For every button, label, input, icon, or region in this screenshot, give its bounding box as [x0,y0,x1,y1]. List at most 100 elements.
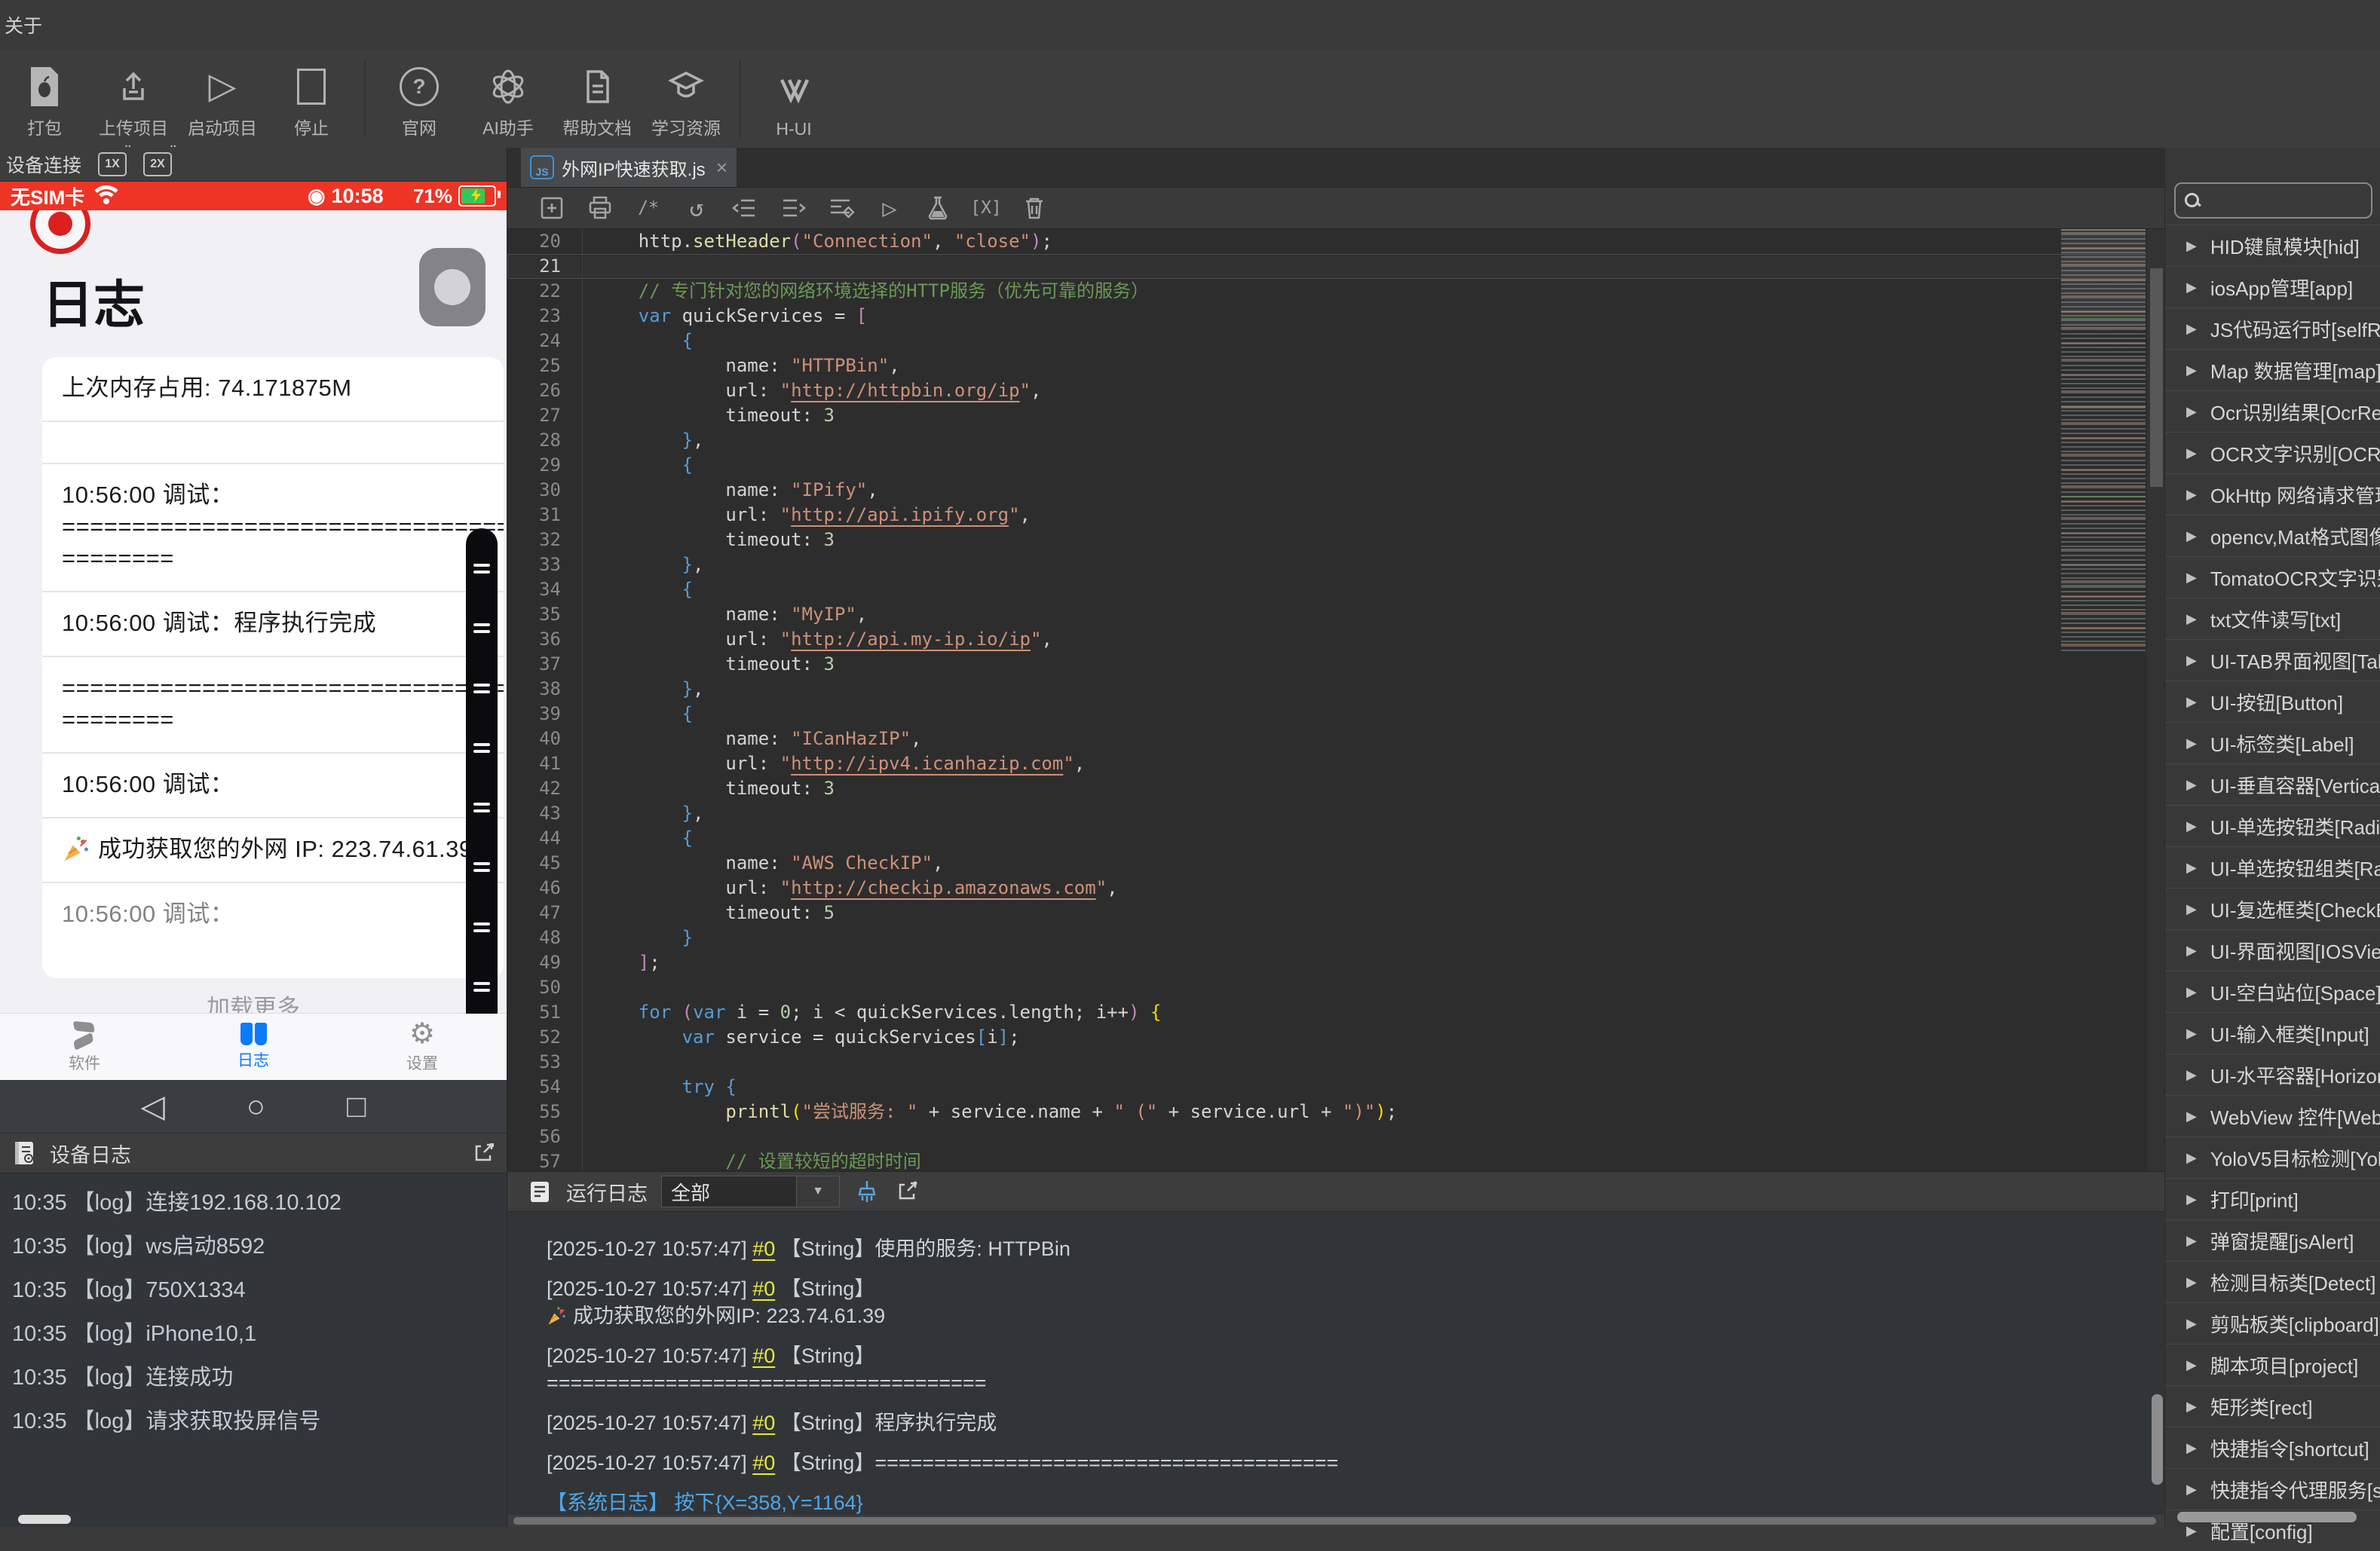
tree-item[interactable]: ▶ JS代码运行时[selfRu [2165,307,2380,349]
comment-button[interactable]: /* [634,194,663,222]
minimap[interactable] [2061,229,2146,651]
tree-item[interactable]: ▶ 快捷指令代理服务[sh [2165,1468,2380,1510]
device-log-line: 10:35 【log】请求获取投屏信号 [12,1409,321,1433]
tree-item[interactable]: ▶ WebView 控件[Web [2165,1095,2380,1136]
menu-about[interactable]: 关于 [5,11,42,38]
run-script-button[interactable]: ▷ [875,194,904,222]
tree-item[interactable]: ▶ UI-水平容器[Horizon [2165,1054,2380,1095]
run-log-list[interactable]: [2025-10-27 10:57:47] #0 【String】使用的服务: … [507,1212,2165,1516]
scale-1x-button[interactable]: 1X [98,143,130,176]
tab-log[interactable]: 日志 [169,1014,338,1080]
nav-back-button[interactable]: ◁ [140,1091,164,1122]
tree-item[interactable]: ▶ UI-标签类[Label] [2165,722,2380,763]
tree-item[interactable]: ▶ UI-TAB界面视图[Tab [2165,639,2380,681]
app-window: 关于 打包 上传项目 ▷ 启动项目 停止 ? 官网 AI助手 帮助文档 学习资源… [0,0,2380,1543]
print-button[interactable] [586,194,614,222]
tree-item[interactable]: ▶ Ocr识别结果[OcrRes [2165,390,2380,432]
ai-assistant-button[interactable]: AI助手 [464,52,553,145]
new-file-button[interactable] [538,194,566,222]
tree-item[interactable]: ▶ opencv,Mat格式图像 [2165,515,2380,556]
tree-item[interactable]: ▶ UI-输入框类[Input] [2165,1012,2380,1054]
tree-item[interactable]: ▶ OCR文字识别[OCR] [2165,432,2380,473]
device-log-list[interactable]: 10:35 【log】连接192.168.10.102 10:35 【log】ws… [0,1173,507,1451]
learning-resources-button[interactable]: 学习资源 [642,52,731,145]
device-log-line: 10:35 【log】连接成功 [12,1366,234,1390]
tree-item[interactable]: ▶ 检测目标类[Detect] [2165,1261,2380,1302]
editor-vscrollbar[interactable] [2147,229,2165,1171]
tree-item[interactable]: ▶ UI-界面视图[IOSView [2165,929,2380,971]
tree-item[interactable]: ▶ 剪贴板类[clipboard] [2165,1302,2380,1344]
tree-item[interactable]: ▶ UI-空白站位[Space] [2165,971,2380,1012]
tree-item[interactable]: ▶ 弹窗提醒[jsAlert] [2165,1219,2380,1261]
editor-tabstrip: JS 外网IP快速获取.js × [507,148,2165,188]
clear-trash-button[interactable] [1020,194,1049,222]
nav-recents-button[interactable]: □ [347,1091,366,1122]
code-line: 49 ]; [507,950,2165,975]
indent-button[interactable] [779,194,807,222]
graduation-cap-icon [665,63,707,111]
tab-software[interactable]: 软件 [0,1014,169,1080]
code-line: 20 http.setHeader("Connection", "close")… [507,229,2165,254]
variables-button[interactable]: [X] [970,194,1002,222]
search-input[interactable] [2207,189,2371,212]
chevron-right-icon: ▶ [2186,403,2197,419]
tree-item[interactable]: ▶ UI-复选框类[CheckB [2165,888,2380,929]
device-log-hscrollbar[interactable] [18,1515,71,1524]
tree-item[interactable]: ▶ TomatoOCR文字识别 [2165,556,2380,598]
tree-item[interactable]: ▶ 脚本项目[project] [2165,1344,2380,1385]
editor-tab[interactable]: JS 外网IP快速获取.js × [521,148,737,187]
tree-item[interactable]: ▶ HID键鼠模块[hid] [2165,225,2380,266]
close-icon[interactable]: × [716,156,727,179]
tree-item[interactable]: ▶ OkHttp 网络请求管理 [2165,473,2380,515]
phone-screen[interactable]: 日志 上次内存占用: 74.171875M 10:56:00 调试： =======… [0,210,507,1014]
official-site-button[interactable]: ? 官网 [375,52,464,145]
outdent-button[interactable] [731,194,759,222]
run-log-vscroll-thumb[interactable] [2152,1394,2163,1485]
module-search-box[interactable] [2174,182,2372,219]
test-flask-button[interactable] [924,194,952,222]
format-code-button[interactable] [827,194,856,222]
upload-project-button[interactable]: 上传项目 [89,52,178,145]
tree-item[interactable]: ▶ 打印[print] [2165,1178,2380,1219]
chevron-right-icon: ▶ [2186,1357,2197,1372]
package-file-icon [28,63,61,111]
log-filter-select[interactable]: 全部 ▼ [661,1176,840,1207]
scroll-indicator-strip[interactable] [466,528,498,1014]
package-button[interactable]: 打包 [0,52,89,145]
load-more-button[interactable]: 加载更多 [0,989,507,1014]
editor-vscroll-thumb[interactable] [2150,268,2163,487]
run-log-hscroll-thumb[interactable] [513,1517,2156,1525]
android-navbar: ◁ ○ □ [0,1080,507,1133]
tree-hscroll-thumb[interactable] [2177,1512,2357,1522]
popout-icon[interactable] [894,1179,920,1204]
chevron-down-icon[interactable]: ▼ [796,1176,839,1207]
tree-item[interactable]: ▶ txt文件读写[txt] [2165,598,2380,639]
popout-icon[interactable] [470,1140,496,1166]
nav-home-button[interactable]: ○ [247,1091,265,1122]
code-editor[interactable]: 20 http.setHeader("Connection", "close")… [507,229,2165,1171]
tree-item[interactable]: ▶ 快捷指令[shortcut] [2165,1427,2380,1468]
tree-item[interactable]: ▶ UI-按钮[Button] [2165,681,2380,722]
tab-settings[interactable]: ⚙ 设置 [338,1014,507,1080]
phone-mirror[interactable]: 无SIM卡 ◉ 10:58 71% 日志 上次内存占用: 74.171875M 1… [0,182,507,1080]
undo-button[interactable]: ↺ [682,194,711,222]
tree-item[interactable]: ▶ Map 数据管理[map] [2165,349,2380,390]
scale-2x-button[interactable]: 2X [143,143,176,176]
tree-item[interactable]: ▶ YoloV5目标检测[Yol [2165,1136,2380,1178]
tree-item[interactable]: ▶ UI-单选按钮类[Radio [2165,805,2380,846]
start-project-button[interactable]: ▷ 启动项目 [178,52,267,145]
chevron-right-icon: ▶ [2186,1274,2197,1289]
run-log-hscrollbar[interactable] [507,1515,2165,1527]
tree-item[interactable]: ▶ UI-垂直容器[Vertical [2165,763,2380,805]
stop-button[interactable]: 停止 [267,52,356,145]
help-docs-button[interactable]: 帮助文档 [553,52,642,145]
tree-item[interactable]: ▶ iosApp管理[app] [2165,266,2380,307]
tree-item[interactable]: ▶ 矩形类[rect] [2165,1385,2380,1427]
tree-item[interactable]: ▶ UI-单选按钮组类[Ra [2165,846,2380,888]
carrier-label: 无SIM卡 [11,185,85,209]
device-connect-title: 设备连接 [6,155,82,176]
hui-button[interactable]: H-UI [749,52,838,145]
assistive-touch-button[interactable] [419,248,485,326]
code-line: 40 name: "ICanHazIP", [507,727,2165,751]
clear-log-brush-icon[interactable] [853,1178,881,1205]
